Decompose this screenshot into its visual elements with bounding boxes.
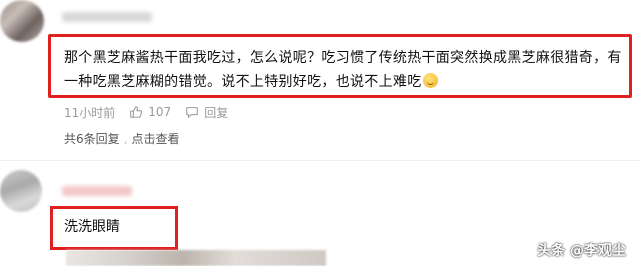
view-replies-link[interactable]: 点击查看: [131, 132, 179, 146]
reply-summary[interactable]: 共6条回复, 点击查看: [64, 130, 179, 147]
reply-label: 回复: [204, 105, 229, 120]
reply-count: 共6条回复: [64, 132, 120, 146]
reply-summary-separator: ,: [123, 132, 128, 146]
commenter-name-blurred: [62, 12, 152, 22]
watermark: 头条 @李观尘: [537, 243, 626, 259]
reply-button[interactable]: 回复: [185, 104, 228, 121]
comment-text-2: 洗洗眼睛: [64, 219, 120, 235]
commenter-avatar[interactable]: [0, 0, 44, 42]
comment-divider: [0, 160, 640, 161]
sweat-smile-emoji-icon: [422, 73, 438, 88]
comment-time: 11小时前: [64, 105, 116, 120]
like-count: 107: [148, 105, 172, 119]
commenter-avatar-2[interactable]: [0, 170, 42, 212]
attached-image-blurred[interactable]: [66, 250, 326, 266]
like-button[interactable]: 107: [129, 105, 171, 119]
comment-text: 那个黑芝麻酱热干面我吃过，怎么说呢？吃习惯了传统热干面突然换成黑芝麻很猎奇，有一…: [64, 50, 622, 90]
comment-meta: 11小时前 107 回复: [64, 104, 242, 120]
comment-bubble-icon: [186, 107, 198, 118]
commenter-name-blurred-2: [62, 186, 132, 196]
thumbs-up-icon: [130, 106, 143, 118]
